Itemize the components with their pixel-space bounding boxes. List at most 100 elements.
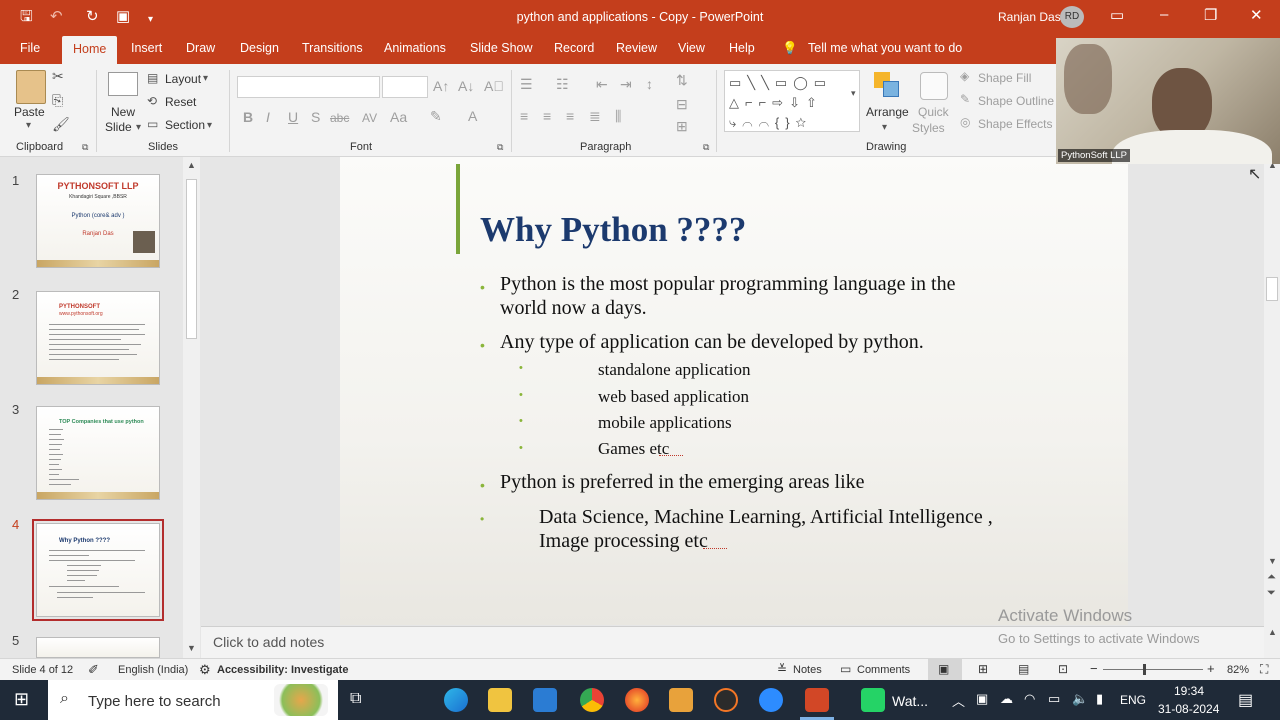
notes-placeholder[interactable]: Click to add notes (213, 634, 324, 650)
character-spacing-button[interactable]: AV (362, 111, 377, 125)
tab-insert[interactable]: Insert (131, 41, 162, 55)
comments-button[interactable]: Comments (857, 664, 910, 676)
books-icon[interactable] (669, 688, 693, 712)
edge-icon[interactable] (444, 688, 468, 712)
wifi-icon[interactable]: ◠ (1024, 691, 1035, 707)
bullet-text[interactable]: Image processing etc (539, 530, 708, 553)
slide-title[interactable]: Why Python ???? (480, 210, 746, 250)
mail-icon[interactable] (533, 688, 557, 712)
restore-icon[interactable]: ❐ (1204, 6, 1217, 24)
minimize-icon[interactable]: – (1160, 6, 1168, 23)
accessibility-status[interactable]: Accessibility: Investigate (217, 664, 348, 676)
new-slide-button[interactable]: New (111, 105, 135, 119)
align-left-icon[interactable]: ≡ (520, 108, 528, 124)
clipboard-launcher-icon[interactable]: ⧉ (82, 142, 88, 153)
slide-thumbnail-3[interactable]: TOP Companies that use python (36, 406, 160, 500)
clock-date[interactable]: 31-08-2024 (1158, 702, 1219, 716)
ribbon-display-icon[interactable]: ▭ (1110, 6, 1124, 24)
shape-outline-button[interactable]: Shape Outline (978, 94, 1054, 108)
align-text-icon[interactable]: ⊟ (676, 96, 688, 113)
jupyter-icon[interactable] (714, 688, 738, 712)
cut-icon[interactable]: ✂ (52, 68, 64, 85)
tab-record[interactable]: Record (554, 41, 594, 55)
slide-thumbnail-5[interactable] (36, 637, 160, 658)
gallery-more-icon[interactable]: ▾ (851, 88, 856, 99)
decrease-font-icon[interactable]: A↓ (458, 78, 474, 94)
tab-design[interactable]: Design (240, 41, 279, 55)
whatsapp-icon[interactable] (861, 688, 885, 712)
shadow-button[interactable]: S (311, 109, 320, 125)
decrease-indent-icon[interactable]: ⇤ (596, 76, 608, 93)
spelling-icon[interactable]: ✐ (88, 662, 99, 678)
zoom-slider-thumb[interactable] (1143, 664, 1146, 675)
paste-icon[interactable] (16, 70, 46, 104)
increase-font-icon[interactable]: A↑ (433, 78, 449, 94)
layout-button[interactable]: Layout (165, 72, 201, 86)
windows-start-icon[interactable]: ⊞ (14, 689, 29, 710)
whatsapp-label[interactable]: Wat... (892, 693, 928, 709)
scroll-down-icon[interactable]: ▼ (187, 643, 196, 653)
file-explorer-icon[interactable] (488, 688, 512, 712)
paragraph-launcher-icon[interactable]: ⧉ (703, 142, 709, 153)
bullet-text[interactable]: Any type of application can be developed… (500, 331, 924, 354)
slide-scrollbar[interactable]: ▲ ▼ ⏶ ⏷ ▲ (1264, 157, 1280, 658)
new-slide-button-2[interactable]: Slide (105, 120, 132, 134)
zoom-slider[interactable] (1103, 669, 1203, 670)
slide-thumbnail-4[interactable]: Why Python ???? (32, 519, 164, 621)
scroll-up-icon[interactable]: ▲ (1268, 627, 1277, 637)
avatar[interactable]: RD (1060, 6, 1084, 28)
taskbar-search-box[interactable]: ⌕ Type here to search (48, 680, 338, 720)
arrange-button[interactable]: Arrange (866, 105, 909, 119)
paste-dropdown-icon[interactable]: ▾ (26, 120, 31, 131)
tray-camera-icon[interactable]: ▣ (976, 691, 988, 707)
scroll-up-icon[interactable]: ▲ (187, 160, 196, 170)
shapes-gallery[interactable]: ▭╲╲▭◯▭ △⌐⌐⇨⇩⇧ ⤷⌒⌒{}☆ (724, 70, 860, 132)
chevron-down-icon[interactable]: ▾ (136, 122, 141, 133)
format-painter-icon[interactable]: 🖌 (52, 116, 70, 133)
text-direction-icon[interactable]: ⇅ (676, 72, 688, 89)
onedrive-icon[interactable]: ☁ (1000, 691, 1013, 707)
bullet-text[interactable]: Data Science, Machine Learning, Artifici… (539, 506, 993, 529)
clock-time[interactable]: 19:34 (1174, 684, 1204, 698)
zoom-in-icon[interactable]: + (1207, 661, 1215, 676)
highlight-icon[interactable]: ✎ (430, 108, 442, 125)
tab-transitions[interactable]: Transitions (302, 41, 363, 55)
change-case-button[interactable]: Aa (390, 109, 407, 125)
slideshow-icon[interactable]: ⊡ (1058, 662, 1068, 676)
tab-view[interactable]: View (678, 41, 705, 55)
columns-icon[interactable]: ⫼ (615, 108, 621, 125)
scroll-thumb[interactable] (1266, 277, 1278, 301)
notifications-icon[interactable]: ▤ (1238, 690, 1253, 710)
slide-thumbnail-1[interactable]: PYTHONSOFT LLP Khandagiri Square ,BBSR P… (36, 174, 160, 268)
thumbnails-scrollbar[interactable]: ▲ ▼ (183, 157, 200, 658)
shape-fill-button[interactable]: Shape Fill (978, 71, 1031, 85)
font-size-dropdown[interactable] (382, 76, 428, 98)
zoom-out-icon[interactable]: − (1090, 661, 1098, 676)
fit-to-window-icon[interactable]: ⛶ (1260, 662, 1268, 677)
copy-icon[interactable]: ⎘ (52, 92, 63, 109)
next-slide-icon[interactable]: ⏷ (1267, 587, 1276, 600)
increase-indent-icon[interactable]: ⇥ (620, 76, 632, 93)
powerpoint-icon[interactable] (805, 688, 829, 712)
zoom-level[interactable]: 82% (1227, 664, 1249, 676)
volume-icon[interactable]: 🔈 (1072, 691, 1088, 707)
bullet-text[interactable]: Python is the most popular programming l… (500, 273, 956, 296)
tab-review[interactable]: Review (616, 41, 657, 55)
tab-home[interactable]: Home (62, 36, 118, 64)
reset-button[interactable]: Reset (165, 95, 196, 109)
new-slide-icon[interactable] (108, 72, 138, 96)
close-icon[interactable]: ✕ (1250, 6, 1263, 24)
quick-styles-button-2[interactable]: Styles (912, 121, 945, 135)
battery-icon[interactable]: ▮ (1096, 691, 1103, 707)
numbering-icon[interactable]: ☷ (556, 76, 569, 93)
font-color-icon[interactable]: A (468, 108, 477, 124)
notes-button[interactable]: Notes (793, 664, 822, 676)
paste-button[interactable]: Paste (14, 105, 45, 119)
font-launcher-icon[interactable]: ⧉ (497, 142, 503, 153)
scroll-thumb[interactable] (186, 179, 197, 339)
tab-file[interactable]: File (20, 41, 40, 55)
previous-slide-icon[interactable]: ⏶ (1267, 571, 1276, 584)
task-view-icon[interactable]: ⧉ (350, 690, 361, 708)
reading-view-icon[interactable]: ▤ (1018, 662, 1029, 676)
tab-help[interactable]: Help (729, 41, 755, 55)
